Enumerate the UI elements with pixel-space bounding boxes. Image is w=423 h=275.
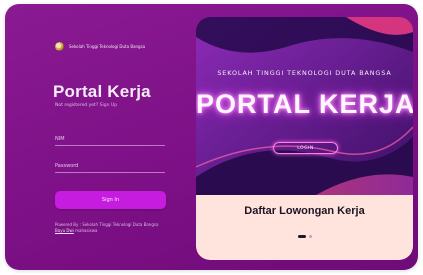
college-seal-icon: [55, 42, 64, 51]
footer-prefix: Powered By : Sekolah Tinggi Teknologi Du…: [55, 222, 159, 227]
hero-login-button: LOGIN: [273, 142, 338, 154]
register-prompt: Not registered yet? Sign Up: [55, 103, 117, 108]
hero-title: PORTAL KERJA: [196, 89, 413, 119]
promo-hero-image: SEKOLAH TINGGI TEKNOLOGI DUTA BANGSA POR…: [196, 17, 413, 195]
credit-link[interactable]: Bayu Dwi: [55, 228, 74, 233]
promo-caption: Daftar Lowongan Kerja: [244, 205, 365, 217]
carousel-dot-1[interactable]: [297, 235, 306, 238]
footer-credit: Powered By : Sekolah Tinggi Teknologi Du…: [55, 222, 165, 234]
school-name: SEKOLAH TINGGI TEKNOLOGI DUTA BANGSA: [217, 69, 392, 77]
nim-label: NIM: [55, 136, 65, 142]
sign-up-link[interactable]: Sign Up: [100, 103, 117, 108]
nim-field[interactable]: NIM: [55, 135, 165, 146]
promo-carousel: SEKOLAH TINGGI TEKNOLOGI DUTA BANGSA POR…: [196, 17, 413, 260]
password-field[interactable]: Password: [55, 162, 165, 173]
login-panel: Sekolah Tinggi Teknologi Duta Bangsa Por…: [5, 4, 195, 270]
page-title: Portal Kerja: [53, 82, 151, 101]
brand: Sekolah Tinggi Teknologi Duta Bangsa: [55, 42, 145, 51]
credit-suffix: mahasiswa: [75, 228, 98, 233]
carousel-indicators: [196, 235, 413, 238]
register-prefix: Not registered yet?: [55, 103, 99, 108]
password-label: Password: [55, 163, 79, 169]
sign-in-button[interactable]: Sign In: [55, 191, 166, 209]
login-card: Sekolah Tinggi Teknologi Duta Bangsa Por…: [5, 4, 418, 270]
brand-name: Sekolah Tinggi Teknologi Duta Bangsa: [69, 44, 146, 49]
carousel-dot-2[interactable]: [308, 235, 312, 238]
